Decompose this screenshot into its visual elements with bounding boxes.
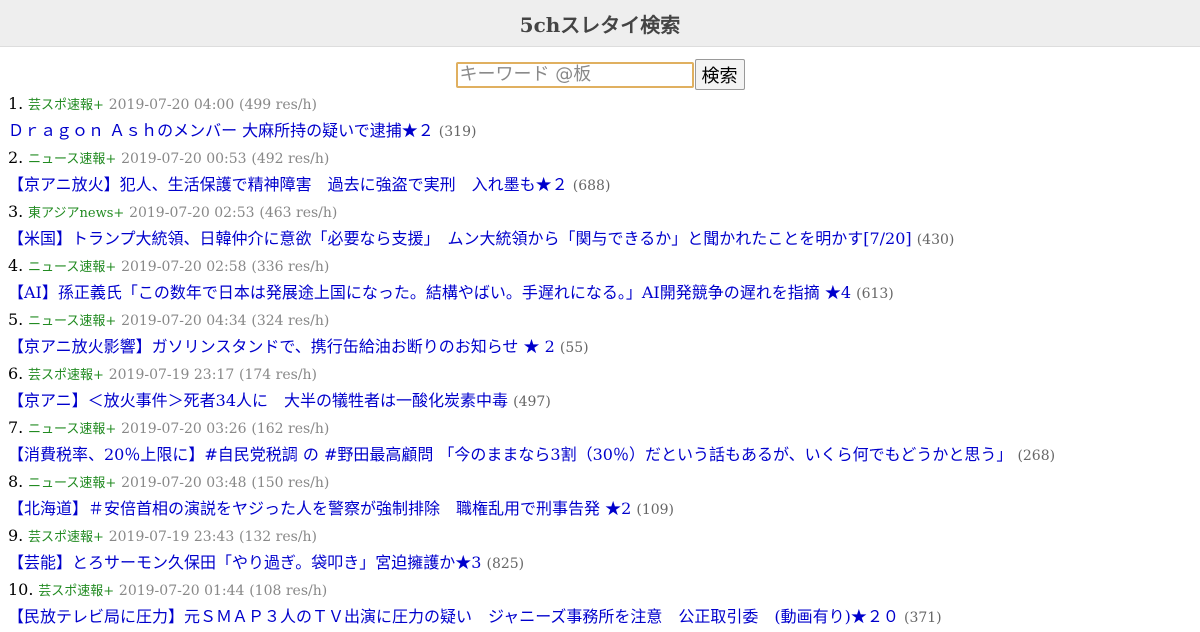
thread-speed: (150 res/h) — [251, 475, 330, 491]
thread-meta: 3. 東アジアnews+ 2019-07-20 02:53 (463 res/h… — [8, 198, 1200, 225]
thread-meta: 6. 芸スポ速報+ 2019-07-19 23:17 (174 res/h) — [8, 360, 1200, 387]
thread-res-count: (319) — [438, 124, 477, 140]
thread-board-link[interactable]: 芸スポ速報+ — [28, 368, 104, 383]
thread-title-link[interactable]: Ｄｒａｇｏｎ Ａｓｈのメンバー 大麻所持の疑いで逮捕★２ — [8, 121, 434, 140]
thread-board-link[interactable]: ニュース速報+ — [28, 476, 116, 491]
thread-title-link[interactable]: 【北海道】＃安倍首相の演説をヤジった人を警察が強制排除 職権乱用で刑事告発 ★2 — [8, 499, 631, 518]
thread-res-count: (55) — [559, 340, 589, 356]
thread-board-link[interactable]: ニュース速報+ — [28, 314, 116, 329]
thread-rank: 9. — [8, 526, 24, 545]
thread-meta: 7. ニュース速報+ 2019-07-20 03:26 (162 res/h) — [8, 414, 1200, 441]
thread-title-row: 【京アニ放火】犯人、生活保護で精神障害 過去に強盗で実刑 入れ墨も★２ (688… — [8, 171, 1200, 198]
thread-date: 2019-07-20 01:44 — [118, 583, 245, 599]
thread-board-link[interactable]: ニュース速報+ — [28, 422, 116, 437]
thread-meta: 4. ニュース速報+ 2019-07-20 02:58 (336 res/h) — [8, 252, 1200, 279]
thread-res-count: (109) — [636, 502, 675, 518]
thread-board-link[interactable]: 芸スポ速報+ — [28, 530, 104, 545]
thread-title-row: 【消費税率、20％上限に】#自民党税調 の #野田最高顧問 「今のままなら3割（… — [8, 441, 1200, 468]
thread-meta: 10. 芸スポ速報+ 2019-07-20 01:44 (108 res/h) — [8, 576, 1200, 603]
thread-speed: (174 res/h) — [239, 367, 318, 383]
thread-date: 2019-07-20 02:58 — [121, 259, 247, 275]
thread-title-link[interactable]: 【民放テレビ局に圧力】元ＳＭＡＰ３人のＴＶ出演に圧力の疑い ジャニーズ事務所を注… — [8, 607, 899, 626]
thread-res-count: (497) — [513, 394, 551, 410]
thread-title-row: Ｄｒａｇｏｎ Ａｓｈのメンバー 大麻所持の疑いで逮捕★２ (319) — [8, 117, 1200, 144]
thread-res-count: (371) — [903, 610, 942, 626]
thread-meta: 5. ニュース速報+ 2019-07-20 04:34 (324 res/h) — [8, 306, 1200, 333]
thread-title-row: 【米国】トランプ大統領、日韓仲介に意欲「必要なら支援」 ムン大統領から「関与でき… — [8, 225, 1200, 252]
page-title: 5chスレタイ検索 — [519, 12, 681, 37]
search-button[interactable]: 検索 — [694, 59, 745, 90]
thread-date: 2019-07-20 02:53 — [129, 205, 255, 221]
thread-item: 10. 芸スポ速報+ 2019-07-20 01:44 (108 res/h) 【… — [8, 576, 1200, 630]
thread-meta: 2. ニュース速報+ 2019-07-20 00:53 (492 res/h) — [8, 144, 1200, 171]
thread-title-link[interactable]: 【消費税率、20％上限に】#自民党税調 の #野田最高顧問 「今のままなら3割（… — [8, 445, 1012, 464]
thread-speed: (162 res/h) — [251, 421, 330, 437]
thread-res-count: (613) — [856, 286, 894, 302]
thread-res-count: (268) — [1017, 448, 1056, 464]
thread-item: 7. ニュース速報+ 2019-07-20 03:26 (162 res/h) 【… — [8, 414, 1200, 468]
thread-rank: 7. — [8, 418, 24, 437]
thread-rank: 5. — [8, 310, 24, 329]
thread-board-link[interactable]: ニュース速報+ — [28, 260, 116, 275]
thread-date: 2019-07-20 04:00 — [108, 97, 235, 113]
thread-rank: 1. — [8, 94, 24, 113]
thread-rank: 10. — [8, 580, 34, 599]
thread-date: 2019-07-19 23:43 — [108, 529, 235, 545]
thread-rank: 2. — [8, 148, 24, 167]
thread-title-link[interactable]: 【京アニ放火影響】ガソリンスタンドで、携行缶給油お断りのお知らせ ★ 2 — [8, 337, 555, 356]
thread-date: 2019-07-19 23:17 — [108, 367, 235, 383]
thread-speed: (132 res/h) — [239, 529, 318, 545]
page-header: 5chスレタイ検索 — [0, 0, 1200, 47]
thread-item: 1. 芸スポ速報+ 2019-07-20 04:00 (499 res/h) Ｄｒ… — [8, 90, 1200, 144]
thread-res-count: (688) — [572, 178, 611, 194]
thread-board-link[interactable]: 東アジアnews+ — [28, 206, 124, 221]
thread-title-link[interactable]: 【米国】トランプ大統領、日韓仲介に意欲「必要なら支援」 ムン大統領から「関与でき… — [8, 229, 912, 248]
search-form: 検索 — [0, 59, 1200, 90]
thread-meta: 1. 芸スポ速報+ 2019-07-20 04:00 (499 res/h) — [8, 90, 1200, 117]
thread-title-row: 【京アニ放火影響】ガソリンスタンドで、携行缶給油お断りのお知らせ ★ 2 (55… — [8, 333, 1200, 360]
thread-rank: 8. — [8, 472, 24, 491]
thread-item: 4. ニュース速報+ 2019-07-20 02:58 (336 res/h) 【… — [8, 252, 1200, 306]
thread-item: 8. ニュース速報+ 2019-07-20 03:48 (150 res/h) 【… — [8, 468, 1200, 522]
thread-speed: (336 res/h) — [251, 259, 330, 275]
thread-res-count: (825) — [486, 556, 525, 572]
thread-item: 3. 東アジアnews+ 2019-07-20 02:53 (463 res/h… — [8, 198, 1200, 252]
thread-title-link[interactable]: 【京アニ】＜放火事件＞死者34人に 大半の犠牲者は一酸化炭素中毒 — [8, 391, 508, 410]
thread-date: 2019-07-20 03:48 — [121, 475, 247, 491]
thread-date: 2019-07-20 04:34 — [121, 313, 247, 329]
thread-speed: (492 res/h) — [251, 151, 330, 167]
thread-title-row: 【民放テレビ局に圧力】元ＳＭＡＰ３人のＴＶ出演に圧力の疑い ジャニーズ事務所を注… — [8, 603, 1200, 630]
thread-title-link[interactable]: 【芸能】とろサーモン久保田「やり過ぎ。袋叩き」宮迫擁護か★3 — [8, 553, 481, 572]
thread-res-count: (430) — [916, 232, 955, 248]
thread-board-link[interactable]: 芸スポ速報+ — [38, 584, 114, 599]
thread-speed: (499 res/h) — [239, 97, 318, 113]
thread-item: 9. 芸スポ速報+ 2019-07-19 23:43 (132 res/h) 【芸… — [8, 522, 1200, 576]
thread-item: 5. ニュース速報+ 2019-07-20 04:34 (324 res/h) 【… — [8, 306, 1200, 360]
thread-board-link[interactable]: ニュース速報+ — [28, 152, 116, 167]
thread-title-row: 【AI】孫正義氏「この数年で日本は発展途上国になった。結構やばい。手遅れになる。… — [8, 279, 1200, 306]
thread-title-row: 【北海道】＃安倍首相の演説をヤジった人を警察が強制排除 職権乱用で刑事告発 ★2… — [8, 495, 1200, 522]
thread-date: 2019-07-20 00:53 — [121, 151, 247, 167]
thread-title-link[interactable]: 【AI】孫正義氏「この数年で日本は発展途上国になった。結構やばい。手遅れになる。… — [8, 283, 851, 302]
thread-list: 1. 芸スポ速報+ 2019-07-20 04:00 (499 res/h) Ｄｒ… — [0, 90, 1200, 630]
thread-meta: 9. 芸スポ速報+ 2019-07-19 23:43 (132 res/h) — [8, 522, 1200, 549]
thread-rank: 4. — [8, 256, 24, 275]
thread-date: 2019-07-20 03:26 — [121, 421, 247, 437]
thread-speed: (463 res/h) — [259, 205, 338, 221]
thread-title-row: 【京アニ】＜放火事件＞死者34人に 大半の犠牲者は一酸化炭素中毒 (497) — [8, 387, 1200, 414]
thread-rank: 3. — [8, 202, 24, 221]
thread-title-row: 【芸能】とろサーモン久保田「やり過ぎ。袋叩き」宮迫擁護か★3 (825) — [8, 549, 1200, 576]
thread-rank: 6. — [8, 364, 24, 383]
thread-meta: 8. ニュース速報+ 2019-07-20 03:48 (150 res/h) — [8, 468, 1200, 495]
thread-item: 6. 芸スポ速報+ 2019-07-19 23:17 (174 res/h) 【京… — [8, 360, 1200, 414]
thread-speed: (324 res/h) — [251, 313, 330, 329]
thread-item: 2. ニュース速報+ 2019-07-20 00:53 (492 res/h) 【… — [8, 144, 1200, 198]
thread-board-link[interactable]: 芸スポ速報+ — [28, 98, 104, 113]
search-input[interactable] — [455, 61, 694, 88]
thread-speed: (108 res/h) — [249, 583, 328, 599]
thread-title-link[interactable]: 【京アニ放火】犯人、生活保護で精神障害 過去に強盗で実刑 入れ墨も★２ — [8, 175, 568, 194]
